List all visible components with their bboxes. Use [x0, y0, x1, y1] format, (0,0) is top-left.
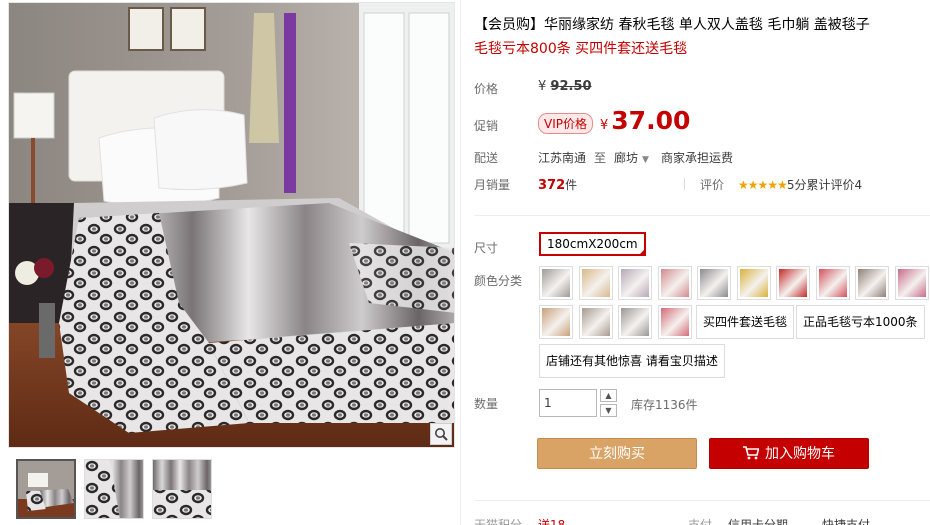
swatch-image — [897, 269, 926, 297]
color-swatch-9[interactable] — [855, 266, 889, 300]
swatch-image — [581, 308, 610, 336]
main-product-image[interactable] — [8, 2, 455, 448]
color-swatch-11[interactable] — [539, 305, 573, 339]
color-swatch-14[interactable] — [657, 305, 692, 339]
bed-blanket-photo — [9, 3, 454, 447]
points-value: 送18 — [538, 518, 566, 525]
add-to-cart-label: 加入购物车 — [765, 446, 835, 462]
sales-count: 372 — [538, 178, 566, 193]
cart-icon — [743, 446, 759, 460]
shipping-origin: 江苏南通 — [538, 151, 587, 165]
color-option-genuine[interactable]: 正品毛毯亏本1000条 — [796, 305, 925, 339]
color-swatch-5[interactable] — [697, 266, 731, 300]
promo-price: ¥37.00 — [600, 106, 690, 135]
zoom-button[interactable] — [430, 423, 452, 445]
shipping-destination: 廊坊 — [614, 151, 639, 165]
pay-value-2: 快捷支付 — [822, 518, 871, 525]
thumbnail-strip — [16, 459, 212, 519]
color-swatch-1[interactable] — [539, 266, 573, 300]
thumbnail-3[interactable] — [152, 459, 212, 519]
color-swatch-8[interactable] — [815, 266, 850, 300]
sales-divider — [684, 178, 685, 190]
thumbnail-2[interactable] — [84, 459, 144, 519]
shipping-fee: 商家承担运费 — [660, 151, 733, 165]
color-swatch-3[interactable] — [618, 266, 652, 300]
sales-label: 月销量 — [474, 178, 511, 192]
shipping-destination-select[interactable]: 廊坊 ▼ — [614, 151, 649, 165]
swatch-image — [621, 269, 649, 297]
swatch-image — [858, 269, 886, 297]
thumbnail-blanket-stripes-image — [85, 460, 143, 518]
color-option-set-gift[interactable]: 买四件套送毛毯 — [696, 305, 795, 339]
swatch-image — [779, 269, 807, 297]
footer-row: 天猫积分 送18 支付 信用卡分期 快捷支付 — [474, 516, 930, 525]
swatch-image — [660, 308, 689, 336]
color-swatch-10[interactable] — [894, 266, 929, 300]
swatch-image — [660, 269, 689, 297]
swatch-image — [818, 269, 847, 297]
color-option-other-surprise[interactable]: 店铺还有其他惊喜 请看宝贝描述 — [539, 344, 725, 378]
swatch-image — [542, 308, 570, 336]
sales-unit: 件 — [565, 178, 578, 192]
color-swatch-4[interactable] — [657, 266, 692, 300]
star-rating-icon: ★★★★★ — [738, 178, 788, 192]
original-price-value: 92.50 — [550, 79, 592, 94]
shipping-label: 配送 — [474, 151, 499, 165]
swatch-image — [581, 269, 610, 297]
pay-label: 支付 — [688, 518, 713, 525]
color-swatch-2[interactable] — [578, 266, 613, 300]
thumbnail-1[interactable] — [16, 459, 76, 519]
buy-now-button[interactable]: 立刻购买 — [537, 438, 697, 469]
size-option-text: 180cmX200cm — [547, 237, 638, 251]
pay-value: 信用卡分期 — [728, 518, 789, 525]
add-to-cart-button[interactable]: 加入购物车 — [709, 438, 869, 469]
product-title: 【会员购】华丽缘家纺 春秋毛毯 单人双人盖毯 毛巾躺 盖被毯子 — [474, 17, 870, 33]
size-label: 尺寸 — [474, 241, 499, 255]
column-divider — [460, 0, 461, 525]
color-swatch-12[interactable] — [578, 305, 613, 339]
price-label: 价格 — [474, 82, 499, 96]
thumbnail-bed-image — [18, 461, 74, 517]
swatch-image — [542, 269, 570, 297]
quantity-label: 数量 — [474, 397, 499, 411]
section-divider — [474, 215, 930, 216]
stock-count: 库存1136件 — [631, 398, 698, 412]
color-swatch-6[interactable] — [736, 266, 771, 300]
reviews-label: 评价 — [700, 178, 725, 192]
points-label: 天猫积分 — [474, 518, 523, 525]
vip-badge: VIP价格 — [538, 113, 593, 134]
magnifier-icon — [435, 428, 448, 441]
monthly-sales: 372件 — [538, 176, 577, 193]
thumbnail-blanket-closeup-image — [153, 460, 211, 518]
quantity-decrease-button[interactable]: ▼ — [600, 404, 617, 417]
reviews-link[interactable]: 评价 ★★★★★5分累计评价4 — [700, 176, 862, 193]
product-subtitle: 毛毯亏本800条 买四件套还送毛毯 — [474, 41, 688, 57]
quantity-input[interactable] — [539, 389, 597, 417]
promo-label: 促销 — [474, 119, 499, 133]
footer-divider — [474, 500, 930, 501]
selected-check-icon — [637, 248, 646, 256]
promo-price-value: 37.00 — [611, 106, 691, 135]
color-label: 颜色分类 — [474, 274, 523, 288]
swatch-image — [621, 308, 649, 336]
caret-down-icon: ▼ — [642, 155, 649, 165]
promo-currency: ¥ — [600, 118, 609, 133]
swatch-image — [700, 269, 728, 297]
size-option-selected[interactable]: 180cmX200cm — [539, 232, 646, 256]
price-currency: ¥ — [538, 79, 547, 94]
swatch-image — [739, 269, 768, 297]
shipping-to: 至 — [594, 151, 607, 165]
original-price: ¥ 92.50 — [538, 79, 592, 94]
review-score: 5分 — [786, 178, 807, 192]
color-swatch-7[interactable] — [776, 266, 810, 300]
shipping-info: 江苏南通至廊坊 ▼ 商家承担运费 — [538, 149, 733, 166]
review-count: 累计评价4 — [806, 178, 863, 192]
quantity-increase-button[interactable]: ▲ — [600, 389, 617, 402]
color-swatch-13[interactable] — [618, 305, 652, 339]
